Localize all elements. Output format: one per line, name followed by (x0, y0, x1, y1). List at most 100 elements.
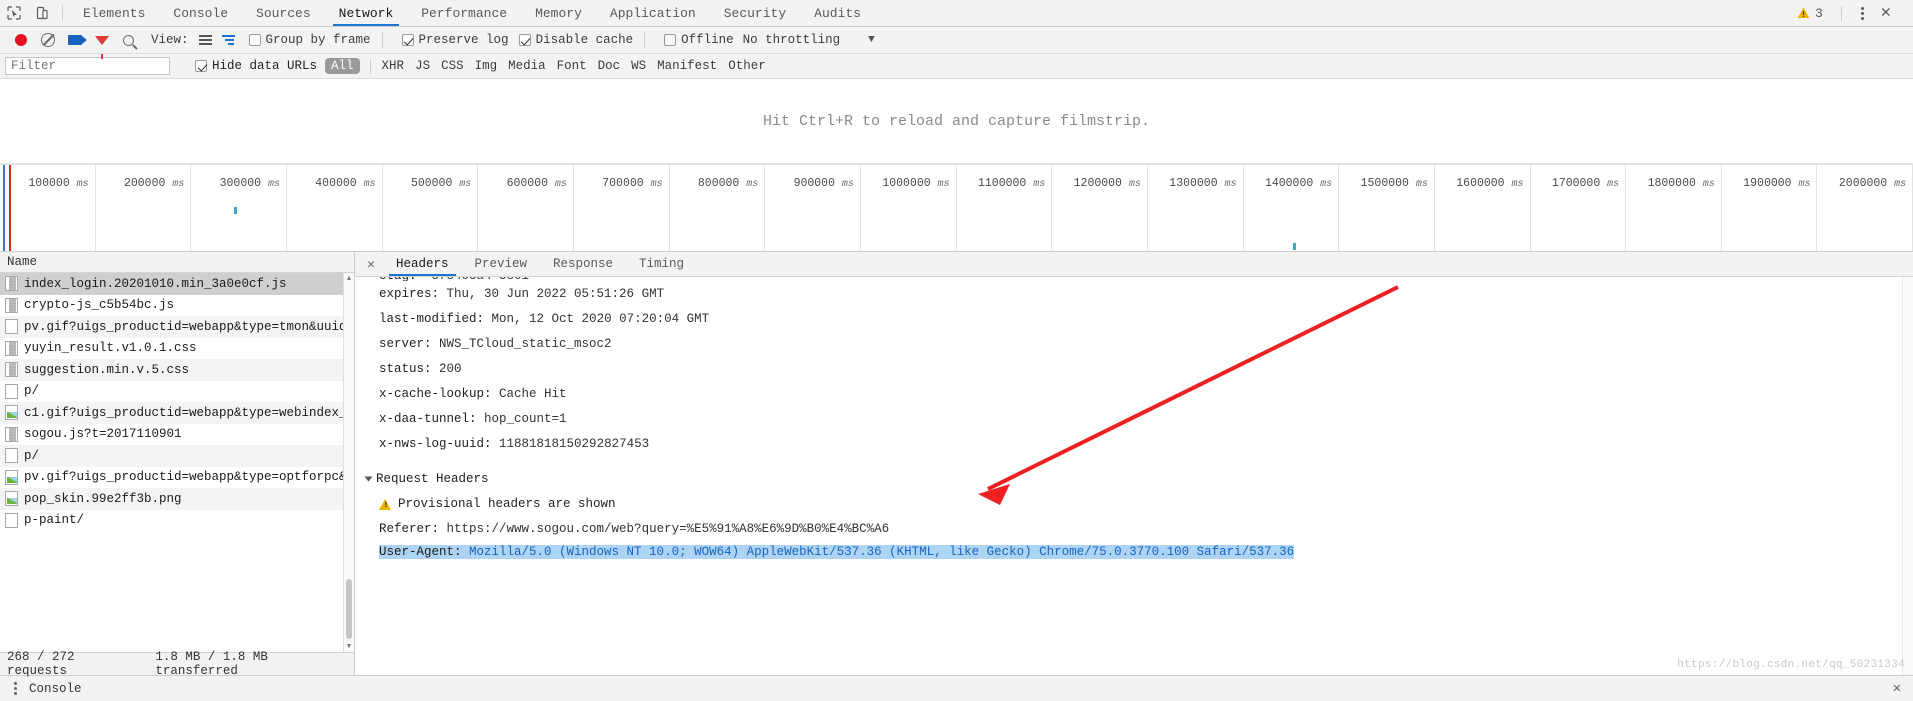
disable-cache-label: Disable cache (535, 33, 634, 47)
detail-scrollbar[interactable] (1902, 277, 1913, 675)
filter-type-font[interactable]: Font (557, 59, 587, 73)
record-stop-icon[interactable] (8, 29, 33, 51)
tab-audits[interactable]: Audits (800, 0, 875, 26)
toggle-device-toolbar-icon[interactable] (28, 0, 56, 26)
filter-type-doc[interactable]: Doc (598, 59, 621, 73)
preserve-log-checkbox[interactable]: Preserve log (401, 33, 509, 47)
table-row[interactable]: yuyin_result.v1.0.1.css (0, 338, 354, 360)
tab-elements[interactable]: Elements (69, 0, 159, 26)
network-main: Name index_login.20201010.min_3a0e0cf.js… (0, 252, 1913, 678)
filter-type-css[interactable]: CSS (441, 59, 464, 73)
user-agent-row[interactable]: User-Agent: Mozilla/5.0 (Windows NT 10.0… (355, 541, 1913, 563)
close-icon[interactable]: ✕ (359, 252, 383, 276)
tab-preview-label: Preview (474, 257, 528, 271)
table-row[interactable]: suggestion.min.v.5.css (0, 359, 354, 381)
hide-data-urls-box (195, 60, 207, 72)
devtools-tabbar: Elements Console Sources Network Perform… (0, 0, 1913, 27)
table-row[interactable]: pop_skin.99e2ff3b.png (0, 488, 354, 510)
ruler-tick-label: 200000 (123, 177, 166, 190)
tab-audits-label: Audits (814, 5, 861, 21)
user-agent-value: Mozilla/5.0 (Windows NT 10.0; WOW64) App… (469, 545, 1295, 559)
disable-cache-checkbox[interactable]: Disable cache (518, 33, 634, 47)
filter-type-ws[interactable]: WS (631, 59, 646, 73)
filter-input[interactable] (5, 57, 170, 75)
offline-checkbox[interactable]: Offline (664, 33, 734, 47)
table-row[interactable]: index_login.20201010.min_3a0e0cf.js (0, 273, 354, 295)
request-headers-section[interactable]: Request Headers (355, 466, 1913, 492)
hide-data-urls-checkbox[interactable]: Hide data URLs (195, 59, 317, 73)
ruler-tick-label: 900000 (793, 177, 835, 190)
request-list-scrollbar[interactable]: ▲ ▼ (343, 273, 354, 652)
header-value: "5f8403a4-5801" (424, 277, 537, 281)
chevron-down-icon[interactable]: ▼ (868, 34, 875, 46)
clear-icon[interactable] (35, 29, 60, 51)
tab-response[interactable]: Response (540, 252, 626, 276)
header-key: last-modified: (379, 311, 485, 326)
filter-type-img[interactable]: Img (475, 59, 498, 73)
filter-type-all[interactable]: All (325, 58, 360, 74)
table-row[interactable]: p/ (0, 445, 354, 467)
filter-type-js[interactable]: JS (415, 59, 430, 73)
filter-icon[interactable] (89, 29, 114, 59)
table-row[interactable]: p/ (0, 381, 354, 403)
request-name: p/ (24, 384, 40, 399)
filter-type-xhr[interactable]: XHR (382, 59, 405, 73)
ruler-cell: 400000 ms (287, 165, 383, 251)
request-list[interactable]: index_login.20201010.min_3a0e0cf.js cryp… (0, 273, 354, 652)
tab-security[interactable]: Security (710, 0, 800, 26)
tab-console[interactable]: Console (159, 0, 242, 26)
request-list-status: 268 / 272 requests 1.8 MB / 1.8 MB trans… (0, 650, 354, 678)
header-value: 200 (439, 361, 462, 376)
warning-triangle-icon (379, 498, 391, 510)
kebab-menu-icon[interactable] (1850, 6, 1875, 20)
ruler-cell: 1800000 ms (1626, 165, 1722, 251)
capture-screenshots-icon[interactable] (62, 29, 87, 51)
network-overview[interactable]: 100000 ms 200000 ms 300000 ms 400000 ms … (0, 164, 1913, 252)
tab-performance[interactable]: Performance (407, 0, 521, 26)
table-row[interactable]: crypto-js_c5b54bc.js (0, 295, 354, 317)
tab-network[interactable]: Network (325, 0, 408, 26)
toolbar-divider-1 (381, 32, 383, 48)
table-row[interactable]: c1.gif?uigs_productid=webapp&type=webind… (0, 402, 354, 424)
ruler-tick-label: 1200000 (1073, 177, 1122, 190)
group-by-frame-checkbox[interactable]: Group by frame (248, 33, 371, 47)
warning-indicator[interactable]: 3 (1787, 6, 1833, 21)
table-row[interactable]: pv.gif?uigs_productid=webapp&type=tmon&u… (0, 316, 354, 338)
scroll-down-icon[interactable]: ▼ (344, 641, 354, 652)
drawer-tab-console[interactable]: Console (29, 682, 82, 696)
filter-type-media[interactable]: Media (508, 59, 546, 73)
tab-preview[interactable]: Preview (462, 252, 541, 276)
scrollbar-thumb[interactable] (346, 579, 352, 639)
header-value: Mon, 12 Oct 2020 07:20:04 GMT (491, 311, 710, 326)
waterfall-view-icon[interactable] (218, 33, 239, 47)
request-name: sogou.js?t=2017110901 (24, 427, 182, 442)
tab-application[interactable]: Application (596, 0, 710, 26)
tab-headers[interactable]: Headers (383, 252, 462, 276)
scroll-up-icon[interactable]: ▲ (344, 273, 354, 284)
headers-content[interactable]: etag: "5f8403a4-5801" expires: Thu, 30 J… (355, 277, 1913, 675)
close-icon[interactable]: ✕ (1875, 5, 1903, 22)
network-filterbar: Hide data URLs All XHR JS CSS Img Media … (0, 54, 1913, 79)
ruler-cell: 1500000 ms (1339, 165, 1435, 251)
console-drawer: Console ✕ (0, 675, 1913, 701)
filter-type-other[interactable]: Other (728, 59, 766, 73)
tab-timing[interactable]: Timing (626, 252, 697, 276)
table-row[interactable]: sogou.js?t=2017110901 (0, 424, 354, 446)
devtools-window: Elements Console Sources Network Perform… (0, 0, 1913, 701)
header-row: x-nws-log-uuid: 11881818150292827453 (355, 431, 1913, 456)
ruler-tick-label: 600000 (506, 177, 549, 190)
filter-type-manifest[interactable]: Manifest (657, 59, 717, 73)
kebab-menu-icon[interactable] (8, 682, 23, 695)
close-icon[interactable]: ✕ (1893, 680, 1913, 697)
provisional-warning-text: Provisional headers are shown (398, 497, 616, 511)
inspect-element-icon[interactable] (0, 0, 28, 26)
tab-sources[interactable]: Sources (242, 0, 325, 26)
list-view-icon[interactable] (195, 33, 216, 47)
tab-headers-label: Headers (396, 257, 449, 271)
search-icon[interactable] (116, 29, 141, 51)
table-row[interactable]: pv.gif?uigs_productid=webapp&type=optfor… (0, 467, 354, 489)
throttling-select[interactable]: No throttling (743, 33, 841, 47)
tab-memory[interactable]: Memory (521, 0, 596, 26)
table-row[interactable]: p-paint/ (0, 510, 354, 532)
filmstrip-hint: Hit Ctrl+R to reload and capture filmstr… (762, 112, 1151, 130)
